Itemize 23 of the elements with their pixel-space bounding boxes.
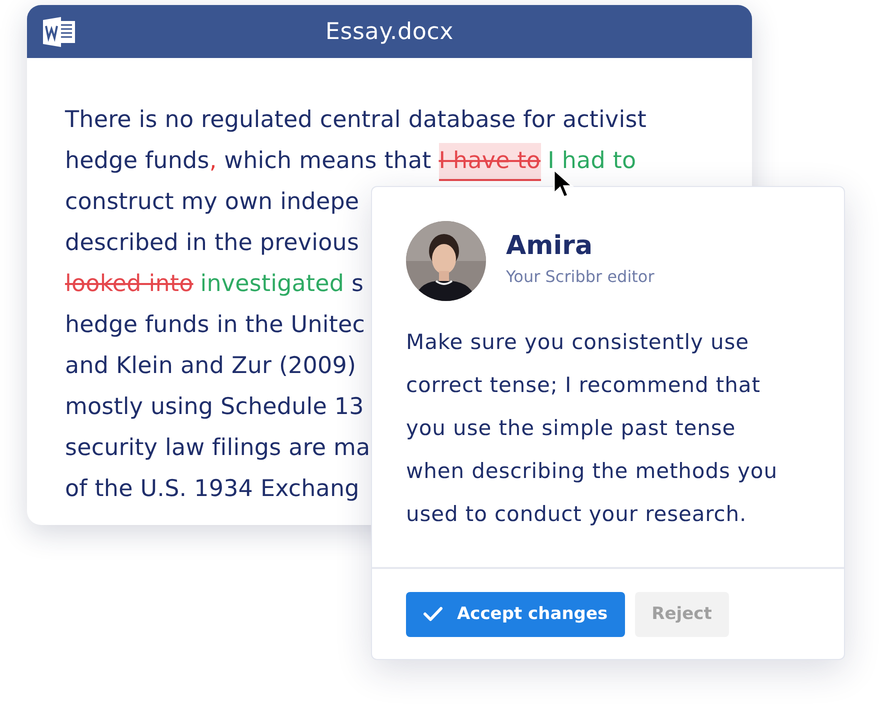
inserted-text: I had to (548, 147, 636, 176)
deleted-text: I have to (438, 143, 541, 181)
text: s (350, 270, 364, 299)
text: hedge funds (65, 147, 210, 176)
text: There is no regulated central database for activist (65, 106, 646, 135)
inserted-text: investigated (200, 270, 344, 299)
text: construct my own indepe (65, 188, 360, 217)
text: which means that (223, 147, 432, 176)
inserted-comma: , (209, 147, 217, 176)
text: and Klein and Zur (2009) (65, 352, 356, 381)
text: mostly using Schedule 13 (65, 393, 364, 422)
editor-role: Your Scribbr editor (506, 266, 654, 286)
accept-button[interactable]: Accept changes (406, 592, 625, 636)
word-icon (43, 17, 77, 47)
text: described in the previous (65, 229, 360, 258)
deleted-text: looked into (65, 270, 194, 299)
editor-name: Amira (506, 230, 594, 260)
comment-text: Make sure you consistently use correct tense; I recommend that you use the simple past tense when describing the methods you used to conduct your research. (406, 329, 778, 528)
text: of the U.S. 1934 Exchang (65, 475, 360, 504)
text: hedge funds in the Unitec (65, 311, 365, 340)
text: security law filings are ma (65, 434, 370, 463)
window-title: Essay.docx (325, 18, 454, 44)
check-icon (423, 606, 443, 622)
